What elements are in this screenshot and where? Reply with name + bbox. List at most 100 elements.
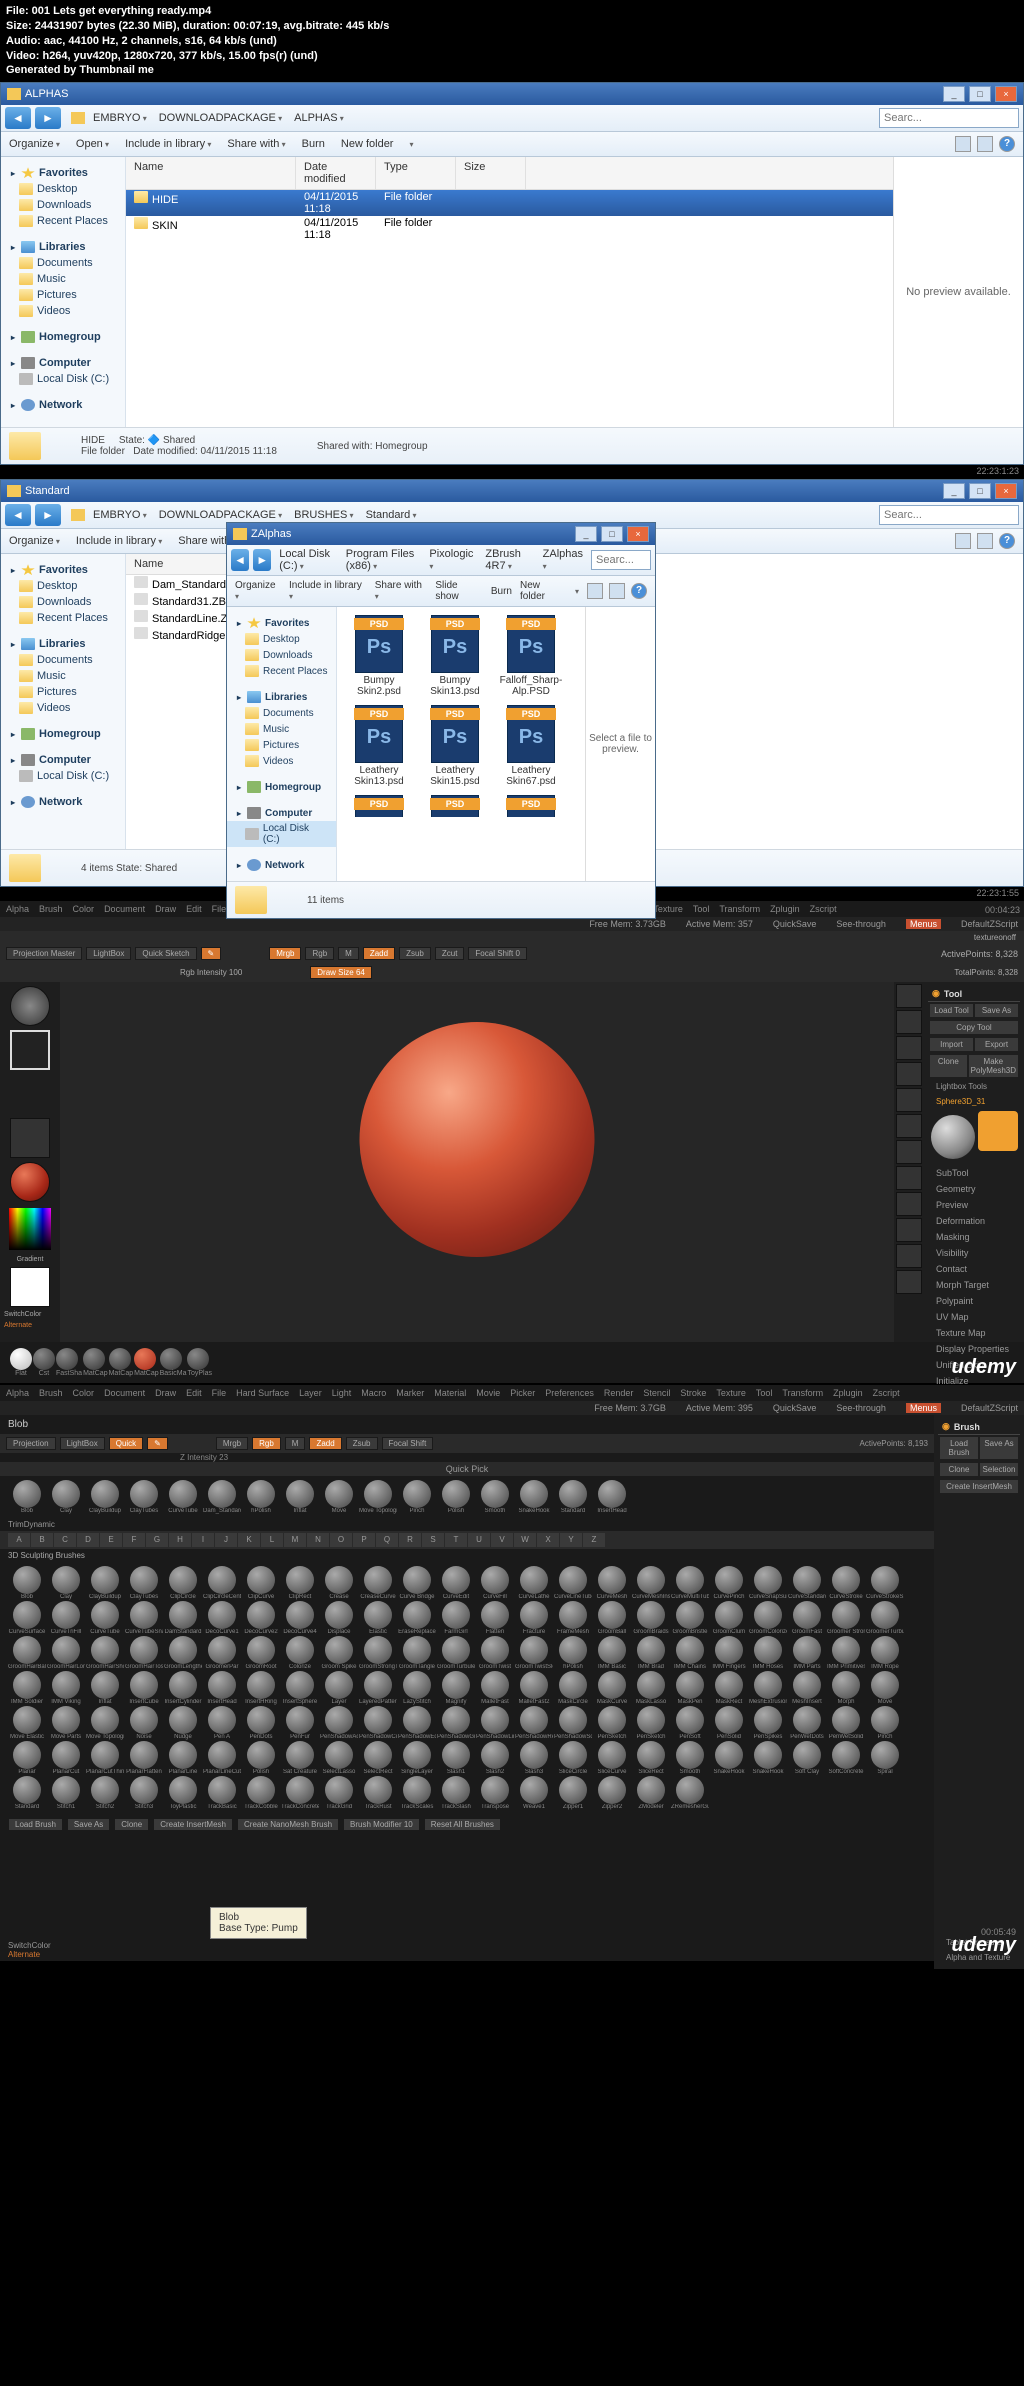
brush-item[interactable]: CurveStandard — [788, 1566, 826, 1600]
minimize-button[interactable]: _ — [943, 86, 965, 102]
brush-item[interactable]: Blob — [8, 1480, 46, 1514]
brush-item[interactable]: MaskPen — [671, 1671, 709, 1705]
brush-item[interactable]: Stitch2 — [86, 1776, 124, 1810]
clone-button[interactable]: Clone — [930, 1055, 967, 1077]
brush-item[interactable]: Move Parts — [47, 1706, 85, 1740]
breadcrumb[interactable]: Pixologic — [425, 547, 477, 573]
bottom-button[interactable]: Create InsertMesh — [153, 1818, 233, 1831]
brush-item[interactable]: PlanarFlatten — [125, 1741, 163, 1775]
tool-icon[interactable] — [896, 1270, 922, 1294]
brush-item[interactable]: CurveLineTube — [554, 1566, 592, 1600]
brush-item[interactable]: Standard — [554, 1480, 592, 1514]
breadcrumb[interactable]: EMBRYO — [89, 111, 151, 125]
sidebar-item-libraries[interactable]: Libraries — [1, 239, 125, 255]
titlebar[interactable]: Standard _ □ × — [1, 480, 1023, 502]
close-button[interactable]: × — [995, 86, 1017, 102]
col-type[interactable]: Type — [376, 157, 456, 189]
brush-item[interactable]: InsertCylinder — [164, 1671, 202, 1705]
clone-button[interactable]: Clone — [940, 1463, 978, 1476]
brush-item[interactable]: Crease — [320, 1566, 358, 1600]
sidebar-item-desktop[interactable]: Desktop — [227, 631, 336, 647]
brush-item[interactable]: Flatten — [476, 1601, 514, 1635]
brush-item[interactable]: ClipCircle — [164, 1566, 202, 1600]
brush-item[interactable]: PenShadowEd — [398, 1706, 436, 1740]
brush-item[interactable]: CurveEdit — [437, 1566, 475, 1600]
brush-item[interactable]: IMM Primitives — [827, 1636, 865, 1670]
menu-layer[interactable]: Layer — [299, 1388, 322, 1398]
menu-macro[interactable]: Macro — [361, 1388, 386, 1398]
brush-item[interactable]: EraseReplace — [398, 1601, 436, 1635]
back-button[interactable]: ◄ — [5, 504, 31, 526]
brush-item[interactable]: Blob — [8, 1566, 46, 1600]
material-ball[interactable] — [10, 1348, 32, 1370]
psd-file[interactable]: Leathery Skin13.psd — [345, 705, 413, 787]
sidebar-item-downloads[interactable]: Downloads — [1, 197, 125, 213]
bottom-button[interactable]: Load Brush — [8, 1818, 63, 1831]
menu-document[interactable]: Document — [104, 1388, 145, 1398]
brush-item[interactable]: ZRemesherGuid — [671, 1776, 709, 1810]
menu-zplugin[interactable]: Zplugin — [770, 904, 800, 914]
menu-alpha[interactable]: Alpha — [6, 1388, 29, 1398]
psd-file[interactable]: Bumpy Skin2.psd — [345, 615, 413, 697]
brush-item[interactable]: PenShadowAc — [320, 1706, 358, 1740]
brush-item[interactable]: Groom Spike — [320, 1636, 358, 1670]
brush-item[interactable]: PenSpikes — [749, 1706, 787, 1740]
stroke-thumb[interactable] — [10, 1030, 50, 1070]
brush-thumb[interactable] — [10, 986, 50, 1026]
letter-R[interactable]: R — [399, 1533, 421, 1547]
tool-preview[interactable] — [931, 1115, 975, 1159]
include-button[interactable]: Include in library — [289, 580, 367, 602]
copy-button[interactable]: Copy Tool — [930, 1021, 1018, 1034]
panel-row[interactable]: Morph Target — [928, 1277, 1020, 1293]
breadcrumb[interactable]: DOWNLOADPACKAGE — [155, 111, 286, 125]
brush-item[interactable]: hPolish — [554, 1636, 592, 1670]
sidebar-item-desktop[interactable]: Desktop — [1, 578, 125, 594]
m-button[interactable]: M — [338, 947, 359, 960]
lightbox-button[interactable]: LightBox — [86, 947, 131, 960]
brush-item[interactable]: GroomColorize — [749, 1601, 787, 1635]
letter-T[interactable]: T — [445, 1533, 467, 1547]
titlebar[interactable]: ZAlphas _ □ × — [227, 523, 655, 545]
tool-icon[interactable] — [896, 1218, 922, 1242]
brush-item[interactable]: Move Topologic — [86, 1706, 124, 1740]
sidebar-item-libraries[interactable]: Libraries — [227, 689, 336, 705]
brush-item[interactable]: PenShadowSq — [554, 1706, 592, 1740]
brush-item[interactable]: FarmGirl — [437, 1601, 475, 1635]
brush-item[interactable]: CurveMultiTube — [671, 1566, 709, 1600]
sidebar-item-videos[interactable]: Videos — [227, 753, 336, 769]
tool-icon[interactable] — [896, 1192, 922, 1216]
brush-item[interactable]: CurveStrokeS... — [866, 1566, 904, 1600]
back-button[interactable]: ◄ — [5, 107, 31, 129]
menu-edit[interactable]: Edit — [186, 904, 202, 914]
load-button[interactable]: Load Brush — [940, 1437, 978, 1459]
menu-brush[interactable]: Brush — [39, 904, 63, 914]
tool-icon[interactable] — [896, 1166, 922, 1190]
brush-item[interactable]: SnakeHook — [515, 1480, 553, 1514]
brush-item[interactable]: PenSketch — [632, 1706, 670, 1740]
panel-row[interactable]: Visibility — [928, 1245, 1020, 1261]
brush-item[interactable]: CurveSnapSurface — [749, 1566, 787, 1600]
brush-item[interactable]: ClayBuildup — [86, 1566, 124, 1600]
sidebar-item-computer[interactable]: Computer — [1, 355, 125, 371]
material-ball[interactable] — [56, 1348, 78, 1370]
menus-tag[interactable]: Menus — [906, 919, 941, 929]
panel-row[interactable]: Preview — [928, 1197, 1020, 1213]
brush-item[interactable]: GroomTwist — [476, 1636, 514, 1670]
letter-Z[interactable]: Z — [583, 1533, 605, 1547]
brush-item[interactable]: CurveTube — [86, 1601, 124, 1635]
sidebar-item-computer[interactable]: Computer — [227, 805, 336, 821]
sidebar-item-network[interactable]: Network — [1, 794, 125, 810]
brush-item[interactable]: Clay — [47, 1566, 85, 1600]
menu-texture[interactable]: Texture — [653, 904, 683, 914]
brush-item[interactable]: InsertHRing — [242, 1671, 280, 1705]
texture-thumb[interactable] — [10, 1118, 50, 1158]
menu-hard surface[interactable]: Hard Surface — [236, 1388, 289, 1398]
breadcrumb[interactable]: Standard — [362, 508, 421, 522]
organize-button[interactable]: Organize — [9, 138, 60, 150]
brush-item[interactable]: PenShadowRe — [515, 1706, 553, 1740]
brush-item[interactable]: GroomClum — [710, 1601, 748, 1635]
bottom-button[interactable]: Clone — [114, 1818, 149, 1831]
brush-item[interactable]: DecoCurve4 — [281, 1601, 319, 1635]
menu-texture[interactable]: Texture — [716, 1388, 746, 1398]
sidebar-item-documents[interactable]: Documents — [227, 705, 336, 721]
